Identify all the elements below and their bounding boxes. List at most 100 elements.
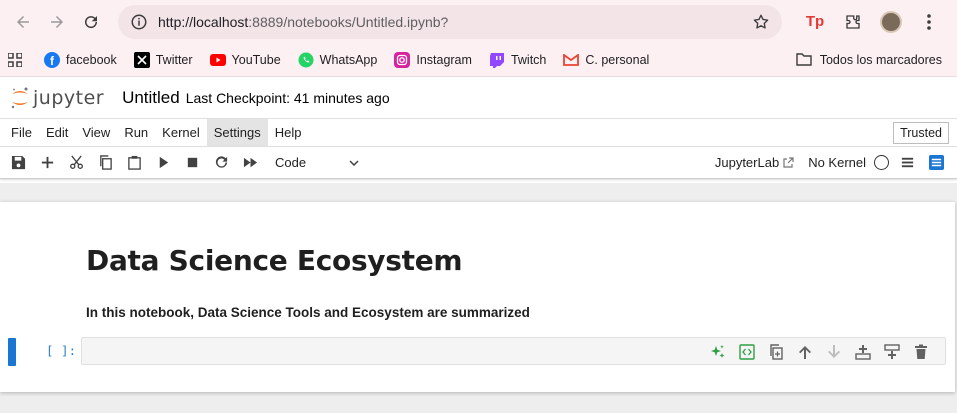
hamburger-icon bbox=[901, 157, 914, 168]
trash-icon bbox=[914, 344, 927, 359]
bookmark-facebook[interactable]: f facebook bbox=[44, 51, 117, 68]
url-text[interactable]: http://localhost:8889/notebooks/Untitled… bbox=[158, 14, 750, 30]
markdown-paragraph[interactable]: In this notebook, Data Science Tools and… bbox=[86, 305, 530, 320]
insert-above-icon bbox=[854, 345, 871, 360]
profile-avatar[interactable] bbox=[876, 7, 906, 37]
menu-help[interactable]: Help bbox=[268, 119, 309, 146]
reload-button[interactable] bbox=[76, 7, 106, 37]
bookmark-label: C. personal bbox=[585, 52, 650, 67]
menu-edit[interactable]: Edit bbox=[39, 119, 75, 146]
gmail-icon bbox=[563, 52, 580, 68]
site-info-icon[interactable] bbox=[128, 11, 150, 33]
apps-grid-icon[interactable] bbox=[8, 52, 22, 67]
restart-kernel-button[interactable] bbox=[207, 149, 236, 177]
menu-view[interactable]: View bbox=[75, 119, 117, 146]
all-bookmarks-label: Todos los marcadores bbox=[819, 52, 942, 67]
jupyterlab-label: JupyterLab bbox=[714, 155, 780, 170]
reload-icon bbox=[85, 15, 98, 28]
jupyter-logo-text: jupyter bbox=[33, 86, 105, 109]
trusted-indicator[interactable]: Trusted bbox=[893, 121, 949, 144]
open-jupyterlab-link[interactable]: JupyterLab bbox=[715, 155, 794, 170]
url-path: :8889/notebooks/Untitled.ipynb? bbox=[248, 13, 449, 30]
cut-cell-button[interactable] bbox=[62, 149, 91, 177]
plus-icon bbox=[41, 156, 54, 169]
back-button[interactable] bbox=[8, 7, 38, 37]
insert-cell-above-button[interactable] bbox=[848, 341, 877, 363]
bookmark-twitter[interactable]: Twitter bbox=[133, 51, 193, 68]
code-formatter-button[interactable] bbox=[732, 341, 761, 363]
jupyter-logo-icon bbox=[11, 87, 28, 108]
extension-tp-icon[interactable]: Tp bbox=[800, 7, 830, 37]
move-cell-down-button[interactable] bbox=[819, 341, 848, 363]
kernel-idle-circle-icon bbox=[874, 155, 889, 170]
youtube-icon bbox=[209, 52, 226, 68]
bookmark-label: YouTube bbox=[231, 52, 281, 67]
jupyter-logo[interactable]: jupyter bbox=[10, 86, 104, 110]
address-bar[interactable]: http://localhost:8889/notebooks/Untitled… bbox=[118, 4, 782, 39]
arrow-down-icon bbox=[827, 345, 840, 358]
interrupt-kernel-button[interactable] bbox=[178, 149, 207, 177]
browser-menu-icon[interactable] bbox=[914, 7, 944, 37]
bookmark-instagram[interactable]: Instagram bbox=[394, 51, 472, 68]
menu-kernel[interactable]: Kernel bbox=[155, 119, 207, 146]
insert-below-icon bbox=[883, 344, 900, 359]
paste-cell-button[interactable] bbox=[120, 149, 149, 177]
delete-cell-button[interactable] bbox=[906, 341, 935, 363]
bookmark-gmail[interactable]: C. personal bbox=[563, 52, 649, 68]
insert-cell-button[interactable] bbox=[33, 149, 62, 177]
save-button[interactable] bbox=[4, 149, 33, 177]
bookmark-star-icon[interactable] bbox=[750, 11, 772, 33]
insert-cell-below-button[interactable] bbox=[877, 341, 906, 363]
arrow-left-icon bbox=[17, 15, 29, 28]
duplicate-cell-button[interactable] bbox=[761, 341, 790, 363]
copy-cell-button[interactable] bbox=[91, 149, 120, 177]
kernel-name: No Kernel bbox=[808, 155, 866, 170]
menu-bar: File Edit View Run Kernel Settings Help … bbox=[0, 119, 957, 147]
copy-icon bbox=[100, 155, 112, 170]
ai-generate-button[interactable] bbox=[703, 341, 732, 363]
cell-type-select[interactable]: Code bbox=[271, 151, 363, 175]
bookmark-label: Twitter bbox=[155, 52, 193, 67]
arrow-up-icon bbox=[798, 346, 811, 359]
all-bookmarks-folder[interactable]: Todos los marcadores bbox=[796, 53, 942, 67]
jupyter-header: jupyter Untitled Last Checkpoint: 41 min… bbox=[0, 77, 957, 119]
menu-run[interactable]: Run bbox=[117, 119, 155, 146]
extensions-puzzle-icon[interactable] bbox=[838, 7, 868, 37]
twitch-icon bbox=[489, 52, 505, 68]
external-link-icon bbox=[783, 156, 794, 168]
play-icon bbox=[159, 156, 169, 169]
menu-file[interactable]: File bbox=[4, 119, 39, 146]
x-twitter-icon bbox=[133, 51, 150, 68]
instagram-icon bbox=[394, 51, 411, 68]
cell-type-value: Code bbox=[275, 155, 307, 170]
bookmark-youtube[interactable]: YouTube bbox=[209, 52, 281, 68]
active-cell-indicator bbox=[8, 338, 16, 366]
kernel-status[interactable]: No Kernel bbox=[808, 155, 889, 170]
code-cell-editor[interactable] bbox=[81, 337, 946, 365]
clipboard-icon bbox=[128, 155, 141, 170]
extension-tp-label: Tp bbox=[805, 13, 825, 30]
notebook-title[interactable]: Untitled bbox=[122, 88, 180, 108]
bookmark-label: facebook bbox=[66, 52, 117, 67]
cell-input-prompt: [ ]: bbox=[46, 343, 77, 358]
move-cell-up-button[interactable] bbox=[790, 341, 819, 363]
bookmark-twitch[interactable]: Twitch bbox=[489, 52, 546, 68]
whatsapp-icon bbox=[298, 52, 314, 68]
forward-button[interactable] bbox=[42, 7, 72, 37]
chevron-down-icon bbox=[349, 159, 359, 166]
bookmark-whatsapp[interactable]: WhatsApp bbox=[298, 52, 378, 68]
duplicate-icon bbox=[769, 344, 783, 360]
bookmark-label: Instagram bbox=[416, 52, 472, 67]
stop-icon bbox=[187, 157, 198, 168]
menu-lines-button[interactable] bbox=[893, 149, 922, 177]
run-cell-button[interactable] bbox=[149, 149, 178, 177]
property-inspector-icon bbox=[929, 155, 944, 170]
markdown-heading[interactable]: Data Science Ecosystem bbox=[86, 244, 463, 277]
restart-run-all-button[interactable] bbox=[236, 149, 265, 177]
property-inspector-button[interactable] bbox=[922, 149, 951, 177]
menu-settings[interactable]: Settings bbox=[206, 119, 268, 146]
bookmark-label: WhatsApp bbox=[319, 52, 378, 67]
folder-icon bbox=[796, 53, 812, 66]
bookmark-label: Twitch bbox=[510, 52, 547, 67]
fast-forward-icon bbox=[243, 157, 258, 168]
